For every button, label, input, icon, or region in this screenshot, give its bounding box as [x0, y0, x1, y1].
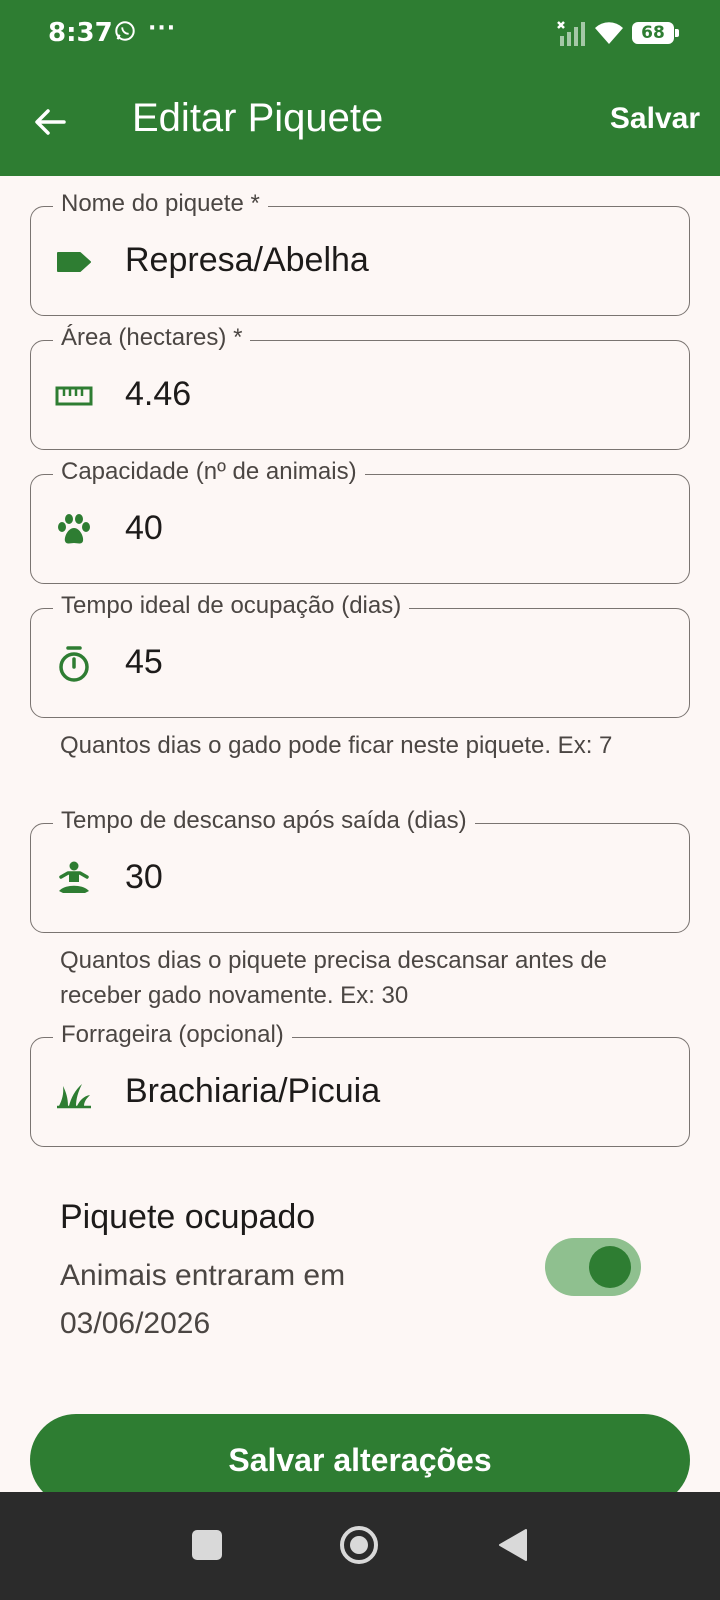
rest-time-field-value: 30 [125, 858, 163, 896]
battery-icon: 68 [632, 22, 679, 44]
name-field-value: Represa/Abelha [125, 241, 369, 279]
more-notifications-icon: ··· [148, 16, 177, 41]
area-field[interactable]: Área (hectares) * 4.46 [30, 324, 690, 450]
occupied-title: Piquete ocupado [60, 1198, 316, 1236]
forage-field-value: Brachiaria/Picuia [125, 1072, 381, 1110]
name-field-label: Nome do piquete * [53, 190, 268, 218]
label-icon [57, 252, 91, 272]
capacity-field-value: 40 [125, 509, 163, 547]
timer-icon [59, 646, 89, 682]
wifi-icon [595, 22, 623, 44]
status-bar: 8:37 ··· 68 [0, 0, 720, 68]
home-icon[interactable] [340, 1526, 378, 1564]
signal-icon [557, 21, 585, 46]
occupied-toggle-knob [589, 1246, 631, 1288]
occupied-toggle[interactable] [545, 1238, 641, 1296]
occupied-subtitle: Animais entraram em 03/06/2026 [60, 1259, 346, 1340]
rest-time-helper: Quantos dias o piquete precisa descansar… [60, 947, 608, 1009]
occupation-time-field-value: 45 [125, 643, 163, 681]
recents-icon[interactable] [192, 1530, 222, 1560]
forage-field-label: Forrageira (opcional) [53, 1021, 292, 1049]
app-bar: Editar Piquete Salvar [0, 68, 720, 176]
area-field-value: 4.46 [125, 375, 192, 413]
capacity-field[interactable]: Capacidade (nº de animais) 40 [30, 458, 690, 584]
nav-back-icon[interactable] [498, 1528, 528, 1562]
page-title: Editar Piquete [132, 96, 384, 140]
occupation-time-helper: Quantos dias o gado pode ficar neste piq… [60, 732, 613, 759]
whatsapp-icon [115, 21, 135, 41]
save-button-top[interactable]: Salvar [610, 102, 700, 136]
meditation-icon [59, 861, 89, 893]
status-time: 8:37 [48, 18, 113, 48]
ruler-icon [55, 386, 93, 406]
grass-icon [57, 1084, 91, 1109]
area-field-label: Área (hectares) * [53, 324, 251, 352]
capacity-field-label: Capacidade (nº de animais) [53, 458, 365, 486]
rest-time-field-label: Tempo de descanso após saída (dias) [53, 807, 475, 835]
system-nav-bar [0, 1492, 720, 1600]
back-arrow-icon[interactable] [30, 102, 70, 142]
paw-icon [58, 514, 90, 544]
occupation-time-field-label: Tempo ideal de ocupação (dias) [53, 592, 410, 620]
occupation-time-field[interactable]: Tempo ideal de ocupação (dias) 45 [30, 592, 690, 718]
forage-field[interactable]: Forrageira (opcional) Brachiaria/Picuia [30, 1021, 690, 1147]
name-field[interactable]: Nome do piquete * Represa/Abelha [30, 190, 690, 316]
rest-time-field[interactable]: Tempo de descanso após saída (dias) 30 [30, 807, 690, 933]
